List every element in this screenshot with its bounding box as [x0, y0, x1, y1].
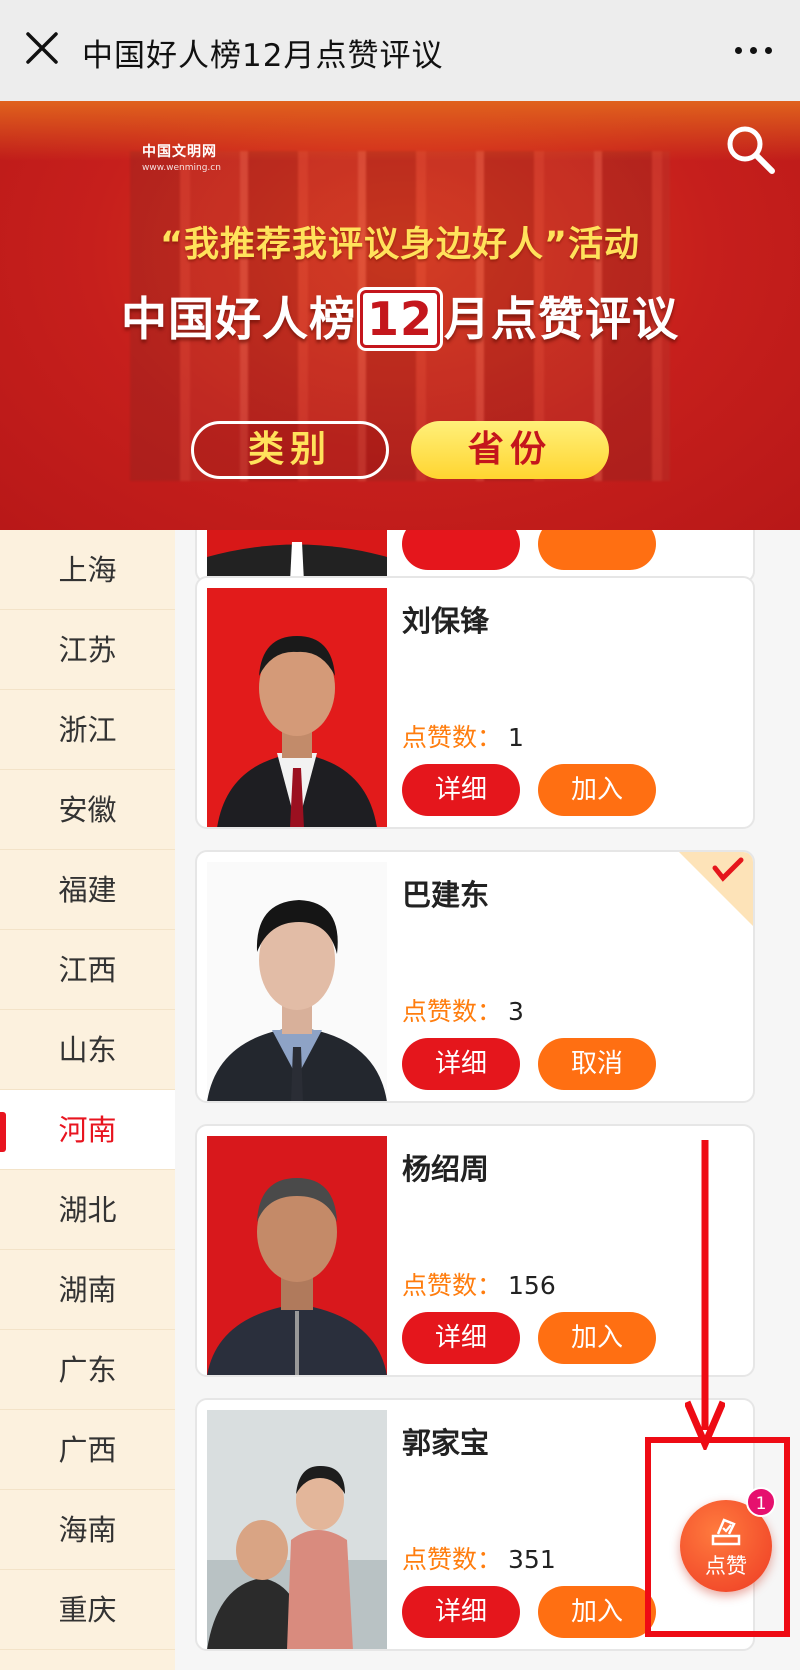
- sidebar-item-jiangsu[interactable]: 江苏: [0, 610, 175, 690]
- candidate-photo: [207, 530, 387, 581]
- selected-check-icon: [679, 852, 753, 926]
- sidebar-item-shanghai[interactable]: 上海: [0, 530, 175, 610]
- province-button[interactable]: 省份: [411, 421, 609, 479]
- candidate-photo: [207, 1136, 387, 1375]
- like-count-badge: 1: [746, 1487, 776, 1517]
- candidate-card: 刘保锋 点赞数： 1 详细 加入: [195, 576, 755, 829]
- wenming-logo: 中国文明网 www.wenming.cn: [142, 144, 221, 173]
- sidebar-item-guangdong[interactable]: 广东: [0, 1330, 175, 1410]
- sidebar-item-chongqing[interactable]: 重庆: [0, 1570, 175, 1650]
- candidate-card: 巴建东 点赞数： 3 详细 取消: [195, 850, 755, 1103]
- detail-button[interactable]: 详细: [402, 764, 520, 816]
- like-count: 点赞数： 3: [402, 997, 524, 1026]
- like-count: 点赞数： 1: [402, 723, 524, 752]
- sidebar-item-henan[interactable]: 河南: [0, 1090, 175, 1170]
- month-badge: 12: [359, 290, 440, 348]
- join-button[interactable]: 加入: [538, 1586, 656, 1638]
- sidebar-item-hainan[interactable]: 海南: [0, 1490, 175, 1570]
- cancel-button[interactable]: 取消: [538, 1038, 656, 1090]
- province-sidebar: 上海 江苏 浙江 安徽 福建 江西 山东 河南 湖北 湖南 广东 广西 海南 重…: [0, 530, 175, 1670]
- join-button[interactable]: [538, 530, 656, 570]
- annotation-arrow: [683, 1140, 727, 1453]
- more-options-icon[interactable]: [722, 40, 772, 60]
- candidate-name: 杨绍周: [402, 1152, 490, 1186]
- sidebar-item-fujian[interactable]: 福建: [0, 850, 175, 930]
- category-button[interactable]: 类别: [191, 421, 389, 479]
- candidate-photo: [207, 588, 387, 827]
- like-count: 点赞数： 351: [402, 1545, 556, 1574]
- like-fab-label: 点赞: [705, 1554, 747, 1578]
- page-title: 中国好人榜12月点赞评议: [82, 38, 444, 74]
- detail-button[interactable]: 详细: [402, 1586, 520, 1638]
- candidate-card: 杨绍周 点赞数： 156 详细 加入: [195, 1124, 755, 1377]
- sidebar-item-guangxi[interactable]: 广西: [0, 1410, 175, 1490]
- vote-icon: [710, 1514, 742, 1546]
- sidebar-item-hubei[interactable]: 湖北: [0, 1170, 175, 1250]
- candidate-photo: [207, 1410, 387, 1649]
- detail-button[interactable]: 详细: [402, 1038, 520, 1090]
- detail-button[interactable]: 详细: [402, 1312, 520, 1364]
- like-count: 点赞数： 156: [402, 1271, 556, 1300]
- close-icon[interactable]: [22, 28, 62, 68]
- banner-slogan: “我推荐我评议身边好人”活动: [159, 225, 640, 265]
- sidebar-item-jiangxi[interactable]: 江西: [0, 930, 175, 1010]
- candidate-photo: [207, 862, 387, 1101]
- sidebar-item-hunan[interactable]: 湖南: [0, 1250, 175, 1330]
- banner-headline: 中国好人榜 12 月点赞评议: [120, 290, 679, 348]
- detail-button[interactable]: [402, 530, 520, 570]
- search-icon[interactable]: [722, 121, 778, 177]
- join-button[interactable]: 加入: [538, 1312, 656, 1364]
- top-bar: 中国好人榜12月点赞评议: [0, 0, 800, 101]
- candidate-name: 刘保锋: [402, 604, 490, 638]
- sidebar-item-anhui[interactable]: 安徽: [0, 770, 175, 850]
- sidebar-item-zhejiang[interactable]: 浙江: [0, 690, 175, 770]
- sidebar-item-shandong[interactable]: 山东: [0, 1010, 175, 1090]
- join-button[interactable]: 加入: [538, 764, 656, 816]
- candidate-name: 郭家宝: [402, 1426, 490, 1460]
- banner: 中国文明网 www.wenming.cn “我推荐我评议身边好人”活动 中国好人…: [0, 101, 800, 530]
- candidate-name: 巴建东: [402, 878, 490, 912]
